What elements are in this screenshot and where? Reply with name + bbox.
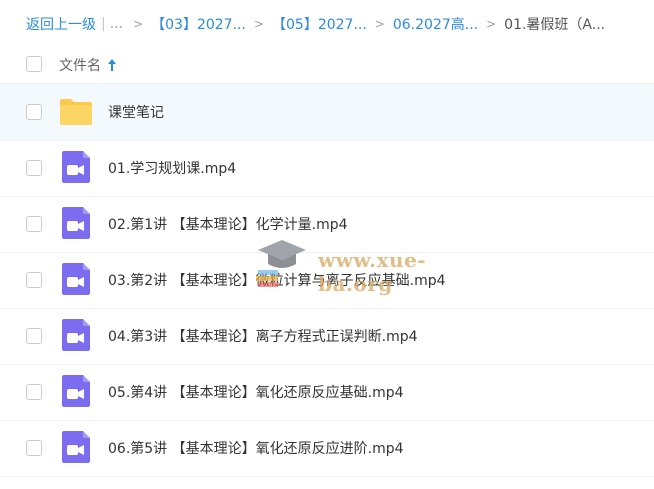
row-checkbox[interactable] [26, 160, 42, 176]
row-checkbox[interactable] [26, 104, 42, 120]
video-file-icon [62, 319, 90, 351]
breadcrumb-ellipsis[interactable]: ... [110, 16, 123, 32]
breadcrumb-item-3[interactable]: 06.2027高... [393, 14, 478, 34]
video-file-icon [62, 207, 90, 239]
breadcrumb-item-1[interactable]: 【03】2027... [151, 14, 246, 34]
file-name[interactable]: 05.第4讲 【基本理论】氧化还原反应基础.mp4 [108, 382, 404, 402]
row-checkbox[interactable] [26, 384, 42, 400]
breadcrumb: 返回上一级 | ... > 【03】2027... > 【05】2027... … [26, 14, 605, 34]
file-name[interactable]: 04.第3讲 【基本理论】离子方程式正误判断.mp4 [108, 326, 418, 346]
name-column-label: 文件名 [59, 58, 101, 74]
file-row-video[interactable]: 01.学习规划课.mp4 [0, 140, 654, 197]
breadcrumb-current: 01.暑假班（A... [504, 17, 606, 33]
select-all-checkbox[interactable] [26, 56, 42, 72]
file-row-video[interactable]: 02.第1讲 【基本理论】化学计量.mp4 [0, 196, 654, 253]
video-file-icon [62, 151, 90, 183]
file-list-header: 文件名 [0, 46, 654, 84]
chevron-right-icon: > [486, 17, 497, 31]
row-checkbox[interactable] [26, 272, 42, 288]
file-row-video[interactable]: 04.第3讲 【基本理论】离子方程式正误判断.mp4 [0, 308, 654, 365]
file-name[interactable]: 06.第5讲 【基本理论】氧化还原反应进阶.mp4 [108, 438, 404, 458]
row-checkbox[interactable] [26, 216, 42, 232]
video-file-icon [62, 263, 90, 295]
file-name[interactable]: 02.第1讲 【基本理论】化学计量.mp4 [108, 214, 348, 234]
name-column-header[interactable]: 文件名 [59, 55, 117, 75]
folder-icon [60, 99, 92, 125]
chevron-right-icon: > [133, 17, 144, 31]
breadcrumb-divider: | [101, 16, 106, 32]
file-row-video[interactable]: 05.第4讲 【基本理论】氧化还原反应基础.mp4 [0, 364, 654, 421]
file-name[interactable]: 03.第2讲 【基本理论】微粒计算与离子反应基础.mp4 [108, 270, 446, 290]
breadcrumb-item-2[interactable]: 【05】2027... [272, 14, 367, 34]
sort-ascending-icon [108, 59, 116, 71]
file-name[interactable]: 01.学习规划课.mp4 [108, 158, 236, 178]
chevron-right-icon: > [253, 17, 264, 31]
video-file-icon [62, 375, 90, 407]
file-row-folder[interactable]: 课堂笔记 [0, 84, 654, 141]
back-link[interactable]: 返回上一级 [26, 14, 96, 34]
video-file-icon [62, 431, 90, 463]
row-checkbox[interactable] [26, 440, 42, 456]
file-row-video[interactable]: 06.第5讲 【基本理论】氧化还原反应进阶.mp4 [0, 420, 654, 477]
file-name[interactable]: 课堂笔记 [108, 102, 164, 122]
chevron-right-icon: > [374, 17, 385, 31]
file-row-video[interactable]: 03.第2讲 【基本理论】微粒计算与离子反应基础.mp4 [0, 252, 654, 309]
row-checkbox[interactable] [26, 328, 42, 344]
